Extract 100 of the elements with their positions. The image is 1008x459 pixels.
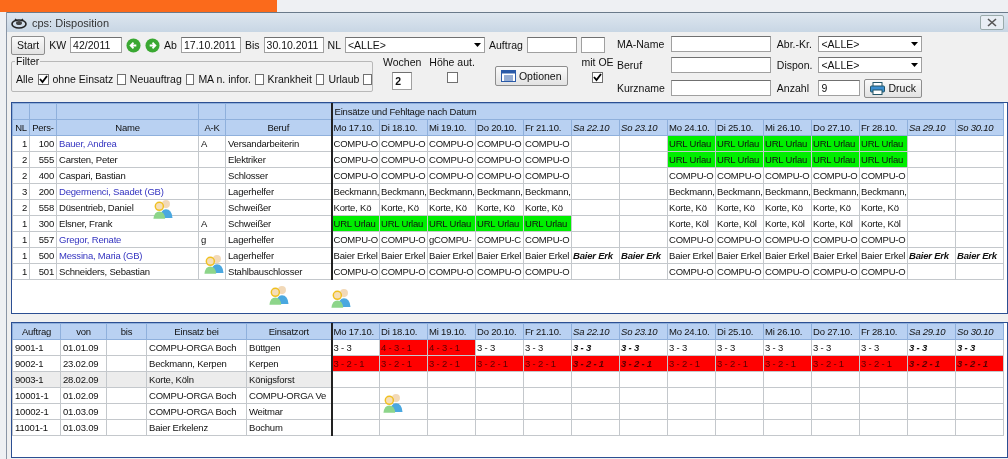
column-header[interactable]: Einsatz bei: [146, 323, 247, 340]
header-cell: [198, 103, 226, 120]
table-row[interactable]: 9003-1 28.02.09 Korte, Köln Königsforst: [12, 371, 1004, 388]
table-cell: COMPU-O: [427, 151, 476, 168]
order-suffix-field[interactable]: [580, 37, 605, 53]
table-cell: Korte, Kö: [379, 199, 428, 216]
nl-dropdown[interactable]: <ALLE>: [345, 37, 485, 53]
table-cell: 01.03.09: [60, 403, 107, 420]
column-header[interactable]: Einsatzort: [246, 323, 332, 340]
table-cell: COMPU-O: [523, 231, 572, 248]
table-cell: COMPU-O: [763, 263, 812, 280]
column-header[interactable]: Sa 29.10: [907, 323, 956, 340]
arrow-left-icon[interactable]: [126, 37, 142, 53]
table-cell: Beckmann,: [811, 183, 860, 200]
table-cell: [571, 231, 620, 248]
dispatcher-label: Dispon.: [776, 59, 813, 72]
table-cell: Baier Erkel: [763, 247, 812, 264]
kw-label: KW: [49, 39, 67, 51]
employee-name-field[interactable]: [670, 36, 771, 53]
table-cell: [907, 183, 956, 200]
column-header[interactable]: Di 25.10.: [715, 323, 764, 340]
column-header[interactable]: So 23.10: [619, 323, 668, 340]
column-header[interactable]: Do 27.10.: [811, 323, 860, 340]
column-header[interactable]: Di 18.10.: [379, 323, 428, 340]
column-header[interactable]: Mo 17.10.: [331, 323, 380, 340]
to-date-field[interactable]: 30.10.2011: [263, 37, 324, 53]
column-header[interactable]: Fr 21.10.: [523, 323, 572, 340]
filter-label: Neuauftrag: [129, 73, 182, 85]
column-header[interactable]: Sa 22.10: [571, 323, 620, 340]
column-header[interactable]: Fr 28.10.: [859, 323, 908, 340]
week-field[interactable]: 42/2011: [70, 37, 123, 53]
checkbox[interactable]: [254, 73, 264, 85]
arrow-right-icon[interactable]: [145, 37, 161, 53]
checkbox[interactable]: [185, 73, 195, 85]
table-cell: COMPU-O: [811, 167, 860, 184]
count-field[interactable]: 9: [818, 80, 861, 97]
column-header[interactable]: So 30.10: [955, 323, 1004, 340]
checkbox[interactable]: [363, 73, 372, 85]
table-cell: [907, 231, 956, 248]
checkbox[interactable]: [37, 73, 49, 85]
start-button[interactable]: Start: [11, 35, 46, 55]
table-cell: [955, 167, 1004, 184]
table-cell: Korte, Kö: [475, 199, 524, 216]
table-cell: Korte, Kö: [523, 199, 572, 216]
table-cell: 3 - 3: [475, 339, 524, 356]
table-cell: [571, 371, 620, 388]
table-row[interactable]: 10001-1 01.02.09 COMPU-ORGA Boch COMPU-ORGA Ve: [12, 387, 1004, 404]
table-cell: [715, 387, 764, 404]
table-cell: Korte, Köl: [667, 215, 716, 232]
table-cell: [619, 231, 668, 248]
table-cell: COMPU-O: [859, 263, 908, 280]
order-field[interactable]: [526, 37, 577, 53]
column-header[interactable]: Mi 26.10.: [763, 323, 812, 340]
table-row[interactable]: 9002-1 23.02.09 Beckmann, Kerpen Kerpen 3 - 2 - 1 3 - 2 - 1 3 - 2 - 1 3 - 2 - 1 3 - 2 - 1 3 - 2 - 1 3 - 2 - 1 3 - 2 - 1 3 - 2 - 1 3 - 2 - 1 3 - 2 - 1 3 - 2 - 1 3 - 2 - 1 3 - 2 - 1: [12, 355, 1004, 372]
table-row[interactable]: 11001-1 01.03.09 Baier Erkelenz Bochum: [12, 419, 1004, 436]
table-cell: [667, 419, 716, 436]
close-button[interactable]: [980, 15, 1004, 30]
table-cell: Korte, Kö: [763, 199, 812, 216]
table-cell: Beckmann,: [523, 183, 572, 200]
column-header[interactable]: von: [60, 323, 107, 340]
checkbox[interactable]: [315, 73, 325, 85]
employee-link[interactable]: Messina, Maria (GB): [56, 247, 199, 264]
table-cell: [859, 403, 908, 420]
job-field[interactable]: [670, 57, 771, 74]
table-cell: [955, 263, 1004, 280]
printer-icon: [870, 81, 886, 95]
table-cell: Korte, Kö: [811, 199, 860, 216]
dropdown-arrow-icon: [911, 42, 919, 47]
employee-link[interactable]: Gregor, Renate: [56, 231, 199, 248]
table-cell: gCOMPU-: [427, 231, 476, 248]
column-header[interactable]: Do 20.10.: [475, 323, 524, 340]
column-header[interactable]: Mo 24.10.: [667, 323, 716, 340]
table-cell: 23.02.09: [60, 355, 107, 372]
table-cell: COMPU-O: [667, 263, 716, 280]
checkbox[interactable]: [592, 72, 604, 83]
billing-dropdown[interactable]: <ALLE>: [818, 36, 923, 53]
short-name-field[interactable]: [670, 80, 771, 97]
table-cell: Baier Erk: [907, 247, 956, 264]
column-header[interactable]: Mi 19.10.: [427, 323, 476, 340]
from-date-field[interactable]: 17.10.2011: [180, 37, 241, 53]
checkbox[interactable]: [117, 73, 126, 85]
print-button[interactable]: Druck: [864, 78, 922, 98]
column-header[interactable]: Auftrag: [12, 323, 61, 340]
checkbox[interactable]: [446, 72, 458, 83]
table-cell: 3 - 3: [715, 339, 764, 356]
employee-name-label: MA-Name: [617, 38, 665, 51]
employee-link[interactable]: Degermenci, Saadet (GB): [56, 183, 199, 200]
table-cell: [907, 199, 956, 216]
dispatcher-dropdown[interactable]: <ALLE>: [818, 57, 923, 74]
window-title: cps: Disposition: [32, 16, 110, 29]
weeks-field[interactable]: 2: [392, 72, 413, 90]
table-cell: [811, 419, 860, 436]
table-cell: 2: [12, 151, 30, 168]
table-cell: COMPU-O: [475, 135, 524, 152]
header-cell: [12, 103, 30, 120]
table-cell: COMPU-C: [475, 231, 524, 248]
table-cell: 3 - 3: [523, 339, 572, 356]
column-header[interactable]: bis: [106, 323, 147, 340]
options-button[interactable]: Optionen: [494, 66, 568, 86]
employee-link[interactable]: Bauer, Andrea: [56, 135, 199, 152]
